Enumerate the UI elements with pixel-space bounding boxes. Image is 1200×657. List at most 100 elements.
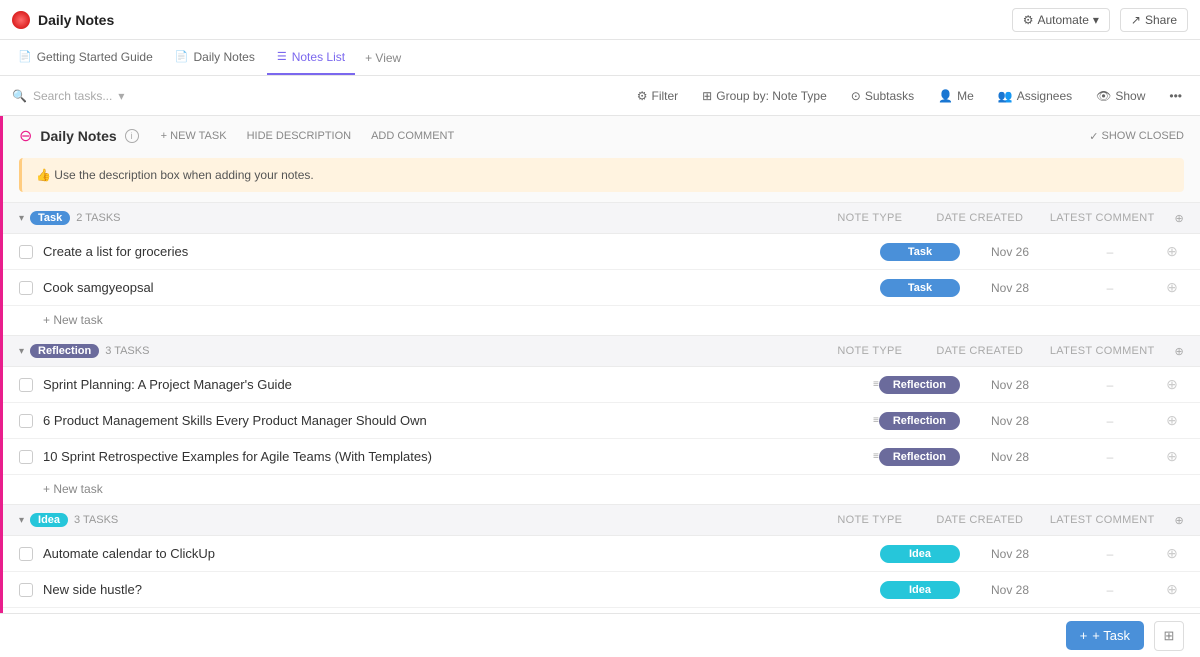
- tabs-bar: 📄 Getting Started Guide 📄 Daily Notes ☰ …: [0, 40, 1200, 76]
- top-bar: Daily Notes ⚙ Automate ▾ ↗ Share: [0, 0, 1200, 40]
- section-task-columns: NOTE TYPE DATE CREATED LATEST COMMENT ⊕: [830, 212, 1184, 225]
- automate-button[interactable]: ⚙ Automate ▾: [1012, 8, 1110, 32]
- section-idea-columns: NOTE TYPE DATE CREATED LATEST COMMENT ⊕: [830, 514, 1184, 527]
- table-row: 10 Sprint Retrospective Examples for Agi…: [3, 439, 1200, 475]
- task-latest-comment: –: [1060, 450, 1160, 464]
- task-add-button[interactable]: ⊕: [1160, 376, 1184, 393]
- section-task-count: 2 TASKS: [76, 212, 120, 224]
- task-checkbox[interactable]: [19, 450, 33, 464]
- task-checkbox[interactable]: [19, 547, 33, 561]
- subtasks-button[interactable]: ⊙ Subtasks: [845, 86, 920, 106]
- tab-daily-notes[interactable]: 📄 Daily Notes: [165, 40, 265, 75]
- new-task-row: + New task: [3, 475, 1200, 504]
- new-task-link[interactable]: + New task: [43, 313, 103, 327]
- add-column-reflection-button[interactable]: ⊕: [1174, 345, 1184, 358]
- task-name[interactable]: Cook samgyeopsal: [43, 280, 880, 295]
- task-date-created: Nov 28: [960, 583, 1060, 597]
- task-date-created: Nov 28: [960, 281, 1060, 295]
- external-link-icon[interactable]: ≡: [873, 451, 879, 462]
- toolbar: 🔍 Search tasks... ▾ ⚙ Filter ⊞ Group by:…: [0, 76, 1200, 116]
- task-name[interactable]: 6 Product Management Skills Every Produc…: [43, 413, 867, 428]
- task-add-button[interactable]: ⊕: [1160, 412, 1184, 429]
- task-date-created: Nov 28: [960, 414, 1060, 428]
- task-checkbox[interactable]: [19, 281, 33, 295]
- tab-label-getting-started: Getting Started Guide: [37, 50, 153, 64]
- add-column-task-button[interactable]: ⊕: [1174, 212, 1184, 225]
- app-title: Daily Notes: [38, 12, 114, 28]
- new-task-link[interactable]: + New task: [43, 482, 103, 496]
- info-icon[interactable]: i: [125, 129, 139, 143]
- list-collapse-icon[interactable]: ⊖: [19, 126, 32, 146]
- list-header-actions: + NEW TASK HIDE DESCRIPTION ADD COMMENT: [155, 128, 461, 144]
- task-name[interactable]: 10 Sprint Retrospective Examples for Agi…: [43, 449, 867, 464]
- task-latest-comment: –: [1060, 378, 1160, 392]
- share-button[interactable]: ↗ Share: [1120, 8, 1188, 32]
- assignees-button[interactable]: 👥 Assignees: [992, 86, 1078, 106]
- task-checkbox[interactable]: [19, 378, 33, 392]
- add-task-icon: +: [1080, 628, 1088, 643]
- add-comment-action-button[interactable]: ADD COMMENT: [365, 128, 460, 144]
- external-link-icon[interactable]: ≡: [873, 415, 879, 426]
- filter-label: Filter: [652, 89, 679, 103]
- task-name[interactable]: New side hustle?: [43, 582, 880, 597]
- subtasks-icon: ⊙: [851, 89, 861, 103]
- show-button[interactable]: 👁 Show: [1090, 86, 1151, 106]
- tab-label-notes-list: Notes List: [292, 50, 345, 64]
- section-task-collapse-icon[interactable]: [19, 213, 24, 224]
- tab-notes-list[interactable]: ☰ Notes List: [267, 40, 355, 75]
- group-button[interactable]: ⊞ Group by: Note Type: [696, 86, 833, 106]
- col-note-type-header: NOTE TYPE: [830, 345, 910, 357]
- automate-chevron-icon: ▾: [1093, 13, 1099, 27]
- task-add-button[interactable]: ⊕: [1160, 279, 1184, 296]
- share-icon: ↗: [1131, 13, 1141, 27]
- task-latest-comment: –: [1060, 281, 1160, 295]
- section-reflection-count: 3 TASKS: [105, 345, 149, 357]
- add-task-label: + Task: [1092, 628, 1130, 643]
- search-area[interactable]: 🔍 Search tasks... ▾: [12, 89, 124, 103]
- show-closed-button[interactable]: ✓ SHOW CLOSED: [1089, 130, 1184, 143]
- section-reflection: Reflection 3 TASKS NOTE TYPE DATE CREATE…: [3, 335, 1200, 504]
- task-checkbox[interactable]: [19, 414, 33, 428]
- me-label: Me: [957, 89, 974, 103]
- task-checkbox[interactable]: [19, 245, 33, 259]
- section-task-rows: Create a list for groceries Task Nov 26 …: [3, 234, 1200, 335]
- description-text: 👍 Use the description box when adding yo…: [36, 168, 314, 182]
- me-button[interactable]: 👤 Me: [932, 86, 980, 106]
- new-task-action-button[interactable]: + NEW TASK: [155, 128, 233, 144]
- task-name[interactable]: Create a list for groceries: [43, 244, 880, 259]
- add-view-button[interactable]: + View: [357, 47, 409, 69]
- task-note-type-badge: Task: [880, 279, 960, 297]
- table-row: New side hustle? Idea Nov 28 – ⊕: [3, 572, 1200, 608]
- list-section-wrap: ⊖ Daily Notes i + NEW TASK HIDE DESCRIPT…: [0, 116, 1200, 657]
- section-task: Task 2 TASKS NOTE TYPE DATE CREATED LATE…: [3, 202, 1200, 335]
- tab-getting-started[interactable]: 📄 Getting Started Guide: [8, 40, 163, 75]
- add-task-button[interactable]: + + Task: [1066, 621, 1144, 650]
- more-options-button[interactable]: •••: [1163, 86, 1188, 106]
- section-reflection-header: Reflection 3 TASKS NOTE TYPE DATE CREATE…: [3, 335, 1200, 367]
- task-name[interactable]: Automate calendar to ClickUp: [43, 546, 880, 561]
- task-add-button[interactable]: ⊕: [1160, 581, 1184, 598]
- section-reflection-collapse-icon[interactable]: [19, 346, 24, 357]
- task-add-button[interactable]: ⊕: [1160, 545, 1184, 562]
- hide-description-action-button[interactable]: HIDE DESCRIPTION: [241, 128, 358, 144]
- task-note-type-badge: Reflection: [879, 448, 960, 466]
- filter-button[interactable]: ⚙ Filter: [631, 86, 684, 106]
- grid-view-button[interactable]: ⊞: [1154, 621, 1184, 651]
- top-bar-left: Daily Notes: [12, 11, 114, 29]
- task-note-type-badge: Idea: [880, 545, 960, 563]
- section-idea-collapse-icon[interactable]: [19, 515, 24, 526]
- main-content: ⊖ Daily Notes i + NEW TASK HIDE DESCRIPT…: [0, 116, 1200, 657]
- external-link-icon[interactable]: ≡: [873, 379, 879, 390]
- table-row: Create a list for groceries Task Nov 26 …: [3, 234, 1200, 270]
- task-name[interactable]: Sprint Planning: A Project Manager's Gui…: [43, 377, 867, 392]
- task-note-type-badge: Task: [880, 243, 960, 261]
- task-date-created: Nov 28: [960, 547, 1060, 561]
- task-add-button[interactable]: ⊕: [1160, 448, 1184, 465]
- task-latest-comment: –: [1060, 547, 1160, 561]
- task-add-button[interactable]: ⊕: [1160, 243, 1184, 260]
- show-icon: 👁: [1096, 89, 1111, 103]
- task-latest-comment: –: [1060, 245, 1160, 259]
- add-column-idea-button[interactable]: ⊕: [1174, 514, 1184, 527]
- tab-label-daily-notes: Daily Notes: [193, 50, 254, 64]
- task-checkbox[interactable]: [19, 583, 33, 597]
